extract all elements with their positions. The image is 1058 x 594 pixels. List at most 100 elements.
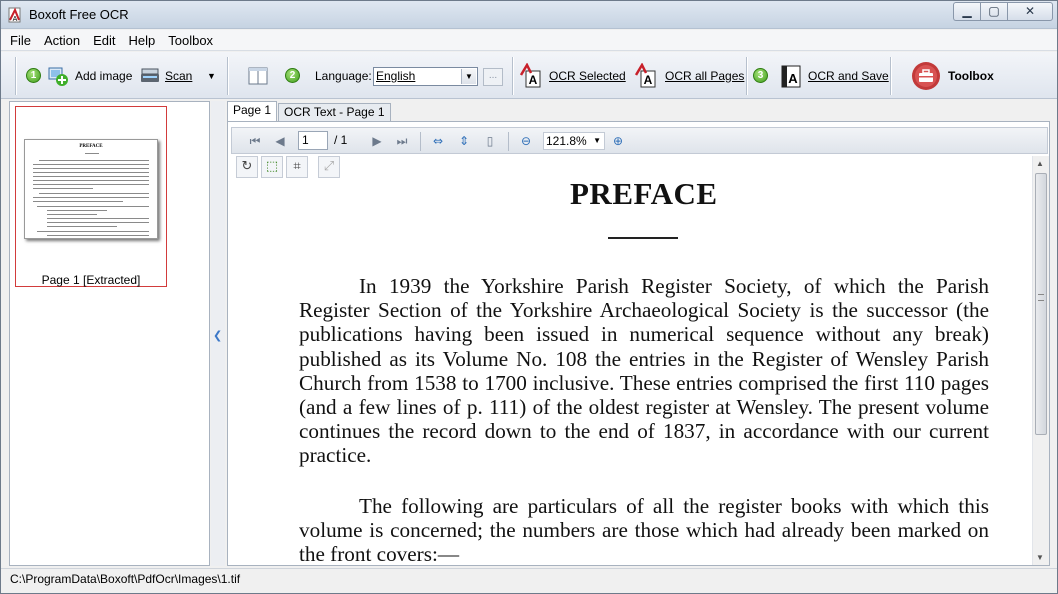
ocr-selected-label: OCR Selected [549, 68, 626, 83]
ocr-save-icon: A [781, 65, 801, 87]
zoom-value: 121.8% [546, 134, 587, 148]
thumbnail-panel: PREFACE Page 1 [Extracted] [9, 101, 210, 566]
ocr-and-save-button[interactable]: A OCR and Save [780, 52, 889, 99]
rotate-icon[interactable]: ↻ [236, 156, 258, 178]
document-tabs: Page 1 OCR Text - Page 1 [227, 101, 392, 122]
scan-button[interactable]: Scan [139, 52, 192, 99]
thumbnail-title: PREFACE [79, 144, 103, 149]
maximize-button[interactable]: ▢ [980, 2, 1007, 21]
step-1-number: 1 [26, 68, 41, 83]
thumbnail-text-line [33, 188, 93, 189]
thumbnail-text-line [37, 231, 149, 232]
add-image-icon [48, 67, 68, 86]
add-image-label: Add image [75, 68, 133, 83]
main-toolbar: 1 Add image Scan ▼ 2 Language: A OCR Sel… [1, 52, 1057, 99]
page-total: / 1 [334, 133, 348, 147]
select-region-icon[interactable]: ⬚ [261, 156, 283, 178]
ocr-all-pages-icon: A [634, 62, 656, 87]
window-title: Boxoft Free OCR [29, 7, 129, 22]
page-number-input[interactable]: 1 [298, 131, 328, 150]
language-label-text: Language: [315, 68, 372, 83]
step-1-badge: 1 [26, 52, 41, 99]
chevron-left-icon[interactable]: ❮ [213, 329, 222, 342]
thumbnail-text-line [33, 184, 149, 185]
step-2-number: 2 [285, 68, 300, 83]
next-page-icon[interactable]: ▶ [368, 132, 386, 150]
thumbnail-text-line [47, 210, 107, 211]
thumbnail-text-line [39, 193, 149, 194]
close-icon: ✕ [1024, 4, 1036, 18]
thumbnail-text-line [39, 160, 149, 161]
toolbox-button[interactable]: Toolbox [911, 52, 994, 99]
thumbnail-text-line [47, 235, 149, 236]
zoom-select[interactable]: 121.8% ▼ [543, 132, 605, 150]
previous-page-icon[interactable]: ◀ [271, 132, 289, 150]
title-rule [608, 237, 678, 239]
vertical-scrollbar[interactable]: ▲ ▼ [1032, 156, 1049, 565]
thumbnail-text-line [47, 226, 117, 227]
menu-toolbox[interactable]: Toolbox [168, 33, 213, 48]
scroll-thumb[interactable] [1035, 173, 1047, 435]
toolbox-icon [912, 61, 940, 90]
document-title: PREFACE [570, 176, 718, 211]
fit-width-icon[interactable]: ⇔ [429, 132, 447, 150]
fit-height-icon[interactable]: ⇕ [455, 132, 473, 150]
ocr-selected-icon: A [519, 62, 541, 87]
scanner-icon [141, 68, 159, 82]
toolbar-separator [890, 57, 892, 95]
minimize-icon: ▁ [962, 4, 972, 18]
ocr-all-pages-button[interactable]: A OCR all Pages [634, 52, 744, 99]
close-button[interactable]: ✕ [1007, 2, 1053, 21]
svg-text:A: A [644, 73, 653, 87]
status-file-path: C:\ProgramData\Boxoft\PdfOcr\Images\1.ti… [10, 572, 241, 586]
step-3-number: 3 [753, 68, 768, 83]
scroll-up-icon[interactable]: ▲ [1036, 159, 1044, 168]
zoom-in-icon[interactable]: ⊕ [609, 132, 627, 150]
menu-action[interactable]: Action [44, 33, 80, 48]
chevron-down-icon: ▼ [461, 69, 476, 84]
thumbnail-text-line [33, 172, 149, 173]
pdf-ocr-app-icon: A [8, 7, 21, 23]
window-controls: ▁ ▢ ✕ [953, 2, 1053, 21]
scan-label: Scan [165, 68, 193, 83]
menu-help[interactable]: Help [129, 33, 156, 48]
language-label: Language: [315, 52, 372, 99]
fit-page-icon[interactable]: ▯ [481, 132, 499, 150]
tab-page-1[interactable]: Page 1 [227, 101, 278, 122]
toolbar-separator [227, 57, 229, 95]
scan-dropdown-arrow[interactable]: ▼ [207, 52, 216, 99]
ocr-selected-button[interactable]: A OCR Selected [519, 52, 626, 99]
nav-separator [420, 132, 421, 151]
page-viewer: ⏮ ◀ 1 / 1 ▶ ⏭ ⇔ ⇕ ▯ ⊖ 121.8% ▼ ⊕ ↻ ⬚ ⌗ ⤢… [227, 121, 1050, 566]
page-navigation-bar: ⏮ ◀ 1 / 1 ▶ ⏭ ⇔ ⇕ ▯ ⊖ 121.8% ▼ ⊕ [231, 127, 1048, 154]
thumbnail-text-line [33, 168, 149, 169]
svg-text:A: A [529, 73, 538, 87]
panel-splitter[interactable]: ❮ [211, 101, 225, 566]
minimize-button[interactable]: ▁ [953, 2, 980, 21]
step-3-badge: 3 [753, 52, 768, 99]
first-page-icon[interactable]: ⏮ [246, 132, 264, 150]
svg-text:A: A [788, 71, 798, 86]
menu-file[interactable]: File [10, 33, 31, 48]
menu-edit[interactable]: Edit [93, 33, 115, 48]
last-page-icon[interactable]: ⏭ [393, 132, 411, 150]
zoom-out-icon[interactable]: ⊖ [517, 132, 535, 150]
tab-ocr-text-page-1[interactable]: OCR Text - Page 1 [278, 103, 391, 121]
document-paragraph-1: In 1939 the Yorkshire Parish Register So… [299, 274, 989, 468]
thumbnail-text-line [33, 180, 149, 181]
ocr-all-pages-label: OCR all Pages [665, 68, 745, 83]
thumbnail-rule [85, 153, 99, 154]
thumbnail-text-line [47, 218, 149, 219]
thumbnail-text-line [47, 222, 149, 223]
ocr-and-save-label: OCR and Save [808, 68, 889, 83]
language-select[interactable]: English ▼ [373, 67, 478, 86]
thumbnail-text-line [33, 164, 149, 165]
thumbnail-item[interactable]: PREFACE Page 1 [Extracted] [15, 106, 167, 287]
layout-toggle-button[interactable] [247, 52, 269, 99]
add-image-button[interactable]: Add image [47, 52, 132, 99]
panel-layout-icon [248, 67, 268, 84]
toolbox-label: Toolbox [948, 68, 994, 83]
scroll-down-icon[interactable]: ▼ [1036, 553, 1044, 562]
language-more-button[interactable]: ... [483, 68, 503, 86]
page-thumbnail: PREFACE [24, 139, 158, 239]
